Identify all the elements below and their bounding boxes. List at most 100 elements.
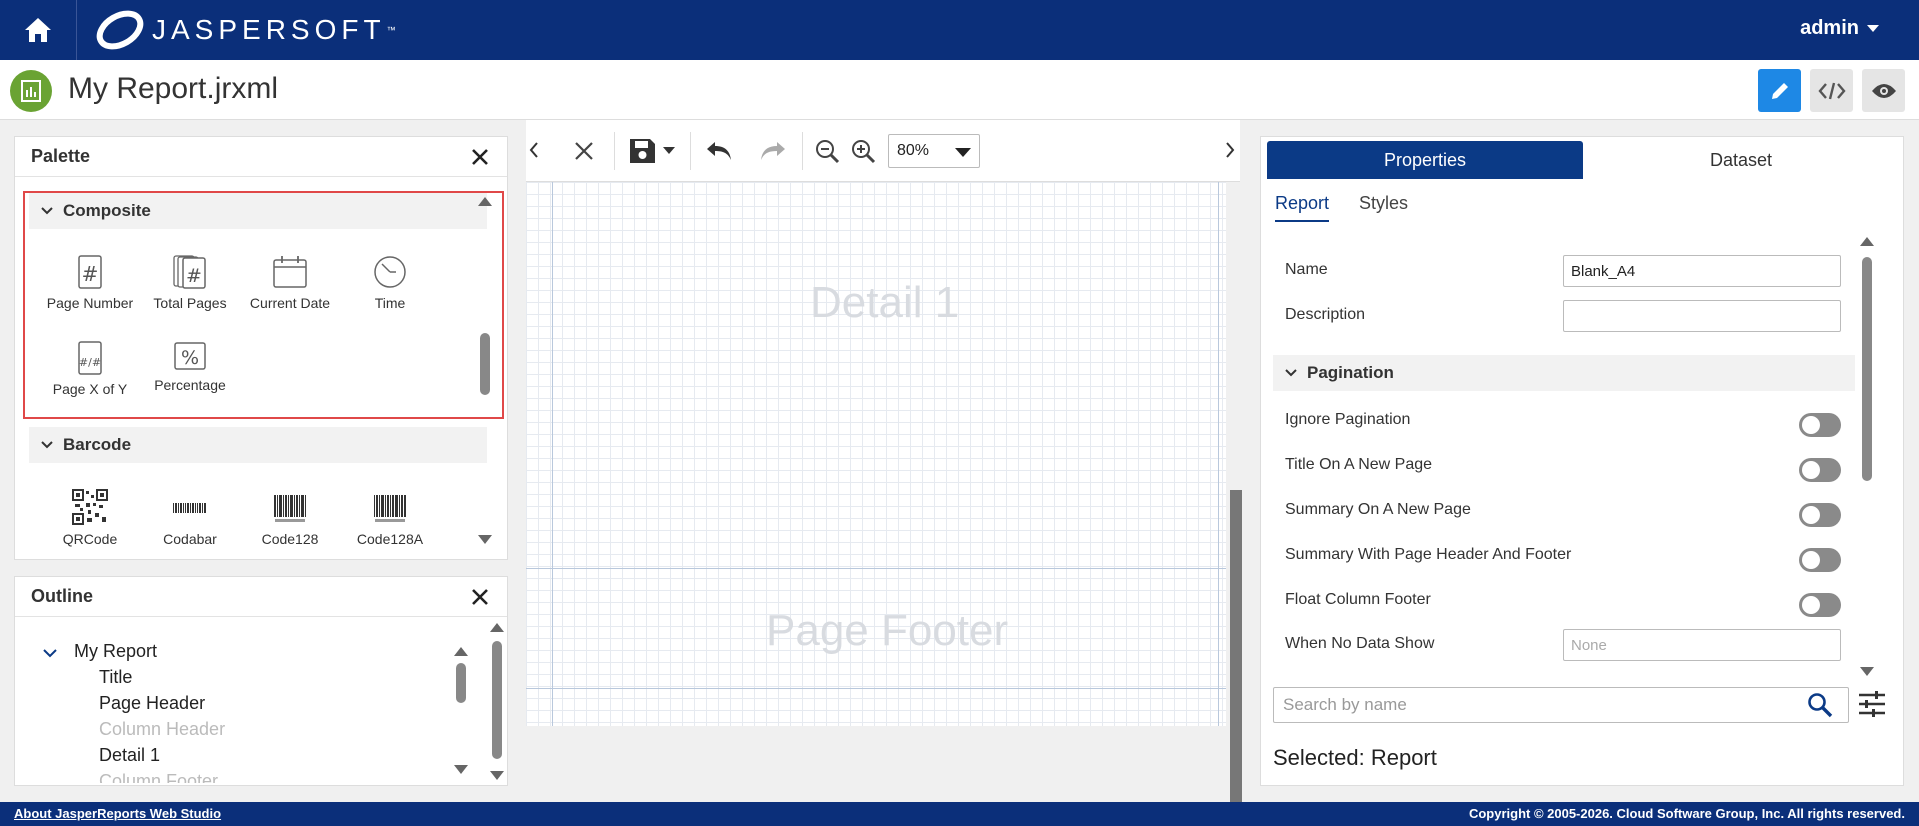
chevron-left-icon xyxy=(529,142,538,158)
outline-item-column-header[interactable]: Column Header xyxy=(99,719,225,740)
design-canvas-area: 80% Detail 1 Page Footer xyxy=(524,120,1242,802)
zoom-in-button[interactable] xyxy=(848,134,878,168)
name-label: Name xyxy=(1285,261,1328,278)
close-icon xyxy=(575,142,593,160)
zoom-in-icon xyxy=(852,140,876,164)
zoom-value: 80% xyxy=(897,142,930,159)
close-button[interactable] xyxy=(570,134,598,168)
outline-item-page-header[interactable]: Page Header xyxy=(99,693,205,714)
scroll-up-arrow[interactable] xyxy=(490,623,504,632)
when-no-data-select[interactable]: None xyxy=(1563,629,1841,661)
tab-dataset[interactable]: Dataset xyxy=(1583,141,1899,179)
code128a-icon xyxy=(374,495,406,522)
property-search-input[interactable]: Search by name xyxy=(1273,687,1849,723)
outline-inner-thumb[interactable] xyxy=(456,663,466,703)
qrcode-icon xyxy=(72,489,108,525)
selected-element-label: Selected: Report xyxy=(1273,745,1437,770)
close-icon xyxy=(472,588,488,605)
about-link[interactable]: About JasperReports Web Studio xyxy=(14,806,221,821)
scroll-down-arrow[interactable] xyxy=(1860,667,1874,676)
properties-scroll-thumb[interactable] xyxy=(1862,257,1872,481)
title-new-page-toggle[interactable] xyxy=(1799,458,1841,482)
close-palette-button[interactable] xyxy=(469,146,491,168)
top-bar: JASPERSOFT ™ admin xyxy=(0,0,1919,60)
zoom-out-icon xyxy=(816,140,840,164)
outline-scroll-thumb[interactable] xyxy=(492,641,502,759)
codabar-icon xyxy=(173,503,206,513)
chevron-down-icon xyxy=(41,441,53,449)
user-menu[interactable]: admin xyxy=(1800,17,1879,40)
tool-page-number[interactable]: # Page Number xyxy=(40,255,140,311)
tab-properties[interactable]: Properties xyxy=(1267,141,1583,179)
chevron-down-icon xyxy=(1285,369,1297,377)
collapse-left-button[interactable] xyxy=(524,130,544,170)
pagination-section-header[interactable]: Pagination xyxy=(1273,355,1855,391)
barcode-label: Barcode xyxy=(63,435,132,454)
source-view-button[interactable] xyxy=(1810,69,1853,112)
outline-item-column-footer[interactable]: Column Footer xyxy=(99,771,218,783)
palette-scroll-thumb[interactable] xyxy=(480,333,490,395)
report-page[interactable]: Detail 1 Page Footer xyxy=(526,182,1226,726)
outline-panel: Outline My Report Title Page Header Colu… xyxy=(14,576,508,786)
caret-down-icon xyxy=(1867,24,1879,32)
design-view-button[interactable] xyxy=(1758,69,1801,112)
outline-scrollbar[interactable] xyxy=(489,623,505,783)
subtab-report[interactable]: Report xyxy=(1275,193,1330,222)
redo-button[interactable] xyxy=(756,134,790,168)
canvas-scrollbar[interactable] xyxy=(1230,490,1242,802)
undo-button[interactable] xyxy=(702,134,736,168)
composite-section-header[interactable]: Composite xyxy=(29,193,487,229)
ignore-pagination-toggle[interactable] xyxy=(1799,413,1841,437)
chevron-down-icon xyxy=(41,207,53,215)
chevron-down-icon[interactable] xyxy=(43,649,57,658)
scroll-up-arrow[interactable] xyxy=(454,647,468,656)
outline-inner-scrollbar[interactable] xyxy=(453,647,469,775)
tool-qrcode[interactable]: QRCode xyxy=(40,489,140,547)
page-number-icon: # xyxy=(78,255,102,289)
tool-time[interactable]: Time xyxy=(340,255,440,311)
subtab-styles[interactable]: Styles xyxy=(1359,193,1408,222)
tool-percentage[interactable]: % Percentage xyxy=(140,341,240,393)
tool-codabar[interactable]: Codabar xyxy=(140,489,240,547)
outline-root[interactable]: My Report xyxy=(74,641,157,662)
home-button[interactable] xyxy=(0,0,77,60)
outline-item-title[interactable]: Title xyxy=(99,667,132,688)
page-footer-band-label: Page Footer xyxy=(766,606,1009,655)
tool-page-x-of-y[interactable]: #/# Page X of Y xyxy=(40,341,140,397)
redo-icon xyxy=(761,142,785,160)
collapse-right-button[interactable] xyxy=(1220,130,1240,170)
summary-new-page-toggle[interactable] xyxy=(1799,503,1841,527)
clock-icon xyxy=(374,256,406,288)
properties-scrollbar[interactable] xyxy=(1859,237,1875,677)
title-new-page-label: Title On A New Page xyxy=(1285,456,1433,473)
name-input[interactable]: Blank_A4 xyxy=(1563,255,1841,287)
summary-header-footer-toggle[interactable] xyxy=(1799,548,1841,572)
zoom-select[interactable]: 80% xyxy=(888,134,980,168)
preview-button[interactable] xyxy=(1862,69,1905,112)
caret-down-icon xyxy=(663,147,675,154)
properties-panel: Properties Dataset Report Styles Name Bl… xyxy=(1260,136,1904,786)
outline-item-detail[interactable]: Detail 1 xyxy=(99,745,160,766)
description-input[interactable] xyxy=(1563,300,1841,332)
report-title: My Report.jrxml xyxy=(68,72,279,105)
tool-code128a[interactable]: Code128A xyxy=(340,489,440,547)
scroll-down-arrow[interactable] xyxy=(454,765,468,774)
filter-settings-icon[interactable] xyxy=(1857,689,1887,719)
search-icon[interactable] xyxy=(1807,692,1833,718)
scroll-up-arrow[interactable] xyxy=(1860,237,1874,246)
tool-total-pages[interactable]: # Total Pages xyxy=(140,255,240,311)
palette-scrollbar[interactable] xyxy=(477,197,493,547)
save-button[interactable] xyxy=(624,134,680,168)
zoom-out-button[interactable] xyxy=(812,134,842,168)
barcode-section-header[interactable]: Barcode xyxy=(29,427,487,463)
outline-title: Outline xyxy=(31,586,93,606)
code-icon xyxy=(1817,82,1846,99)
scroll-down-arrow[interactable] xyxy=(478,535,492,544)
tool-code128[interactable]: Code128 xyxy=(240,489,340,547)
pencil-icon xyxy=(1771,82,1788,99)
tool-current-date[interactable]: Current Date xyxy=(240,255,340,311)
scroll-down-arrow[interactable] xyxy=(490,771,504,780)
float-column-footer-toggle[interactable] xyxy=(1799,593,1841,617)
scroll-up-arrow[interactable] xyxy=(478,197,492,206)
close-outline-button[interactable] xyxy=(469,586,491,608)
